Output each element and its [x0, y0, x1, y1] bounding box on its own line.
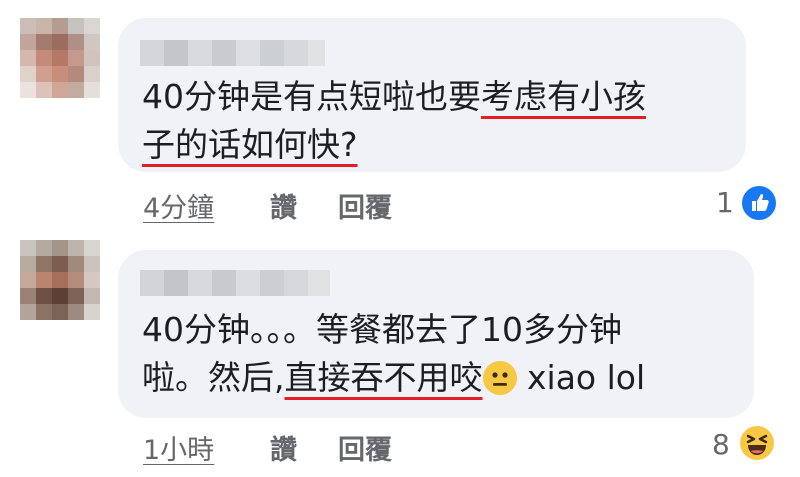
reply-button[interactable]: 回覆 — [338, 428, 392, 467]
underlined-text: 直接吞不用咬 — [284, 358, 483, 397]
comment-line-1: 40分钟。。。等餐都去了10多分钟 — [142, 310, 622, 349]
comment-bubble: 40分钟是有点短啦也要考虑有小孩 子的话如何快? — [118, 18, 746, 172]
blurred-author-name[interactable] — [140, 40, 325, 66]
like-button[interactable]: 讚 — [270, 428, 297, 467]
comment-text: 40分钟是有点短啦也要考虑有小孩 子的话如何快? — [142, 73, 646, 169]
reply-button[interactable]: 回覆 — [338, 186, 392, 225]
comment-bubble: 40分钟。。。等餐都去了10多分钟 啦。然后,直接吞不用咬 xiao lol — [118, 250, 754, 418]
blurred-author-name[interactable] — [140, 270, 330, 296]
comment-text: 40分钟。。。等餐都去了10多分钟 啦。然后,直接吞不用咬 xiao lol — [142, 306, 645, 402]
haha-laugh-icon[interactable] — [740, 426, 774, 460]
comment-line-2: 啦。然后,直接吞不用咬 xiao lol — [142, 358, 646, 397]
timestamp-link[interactable]: 1小時 — [143, 428, 214, 467]
reaction-count[interactable]: 8 — [712, 428, 730, 461]
underlined-text: 考虑有小孩 — [481, 77, 646, 116]
like-button[interactable]: 讚 — [270, 186, 297, 225]
comment-line-2: 子的话如何快? — [142, 121, 646, 169]
timestamp-link[interactable]: 4分鐘 — [143, 186, 214, 225]
comment-line-1: 40分钟是有点短啦也要考虑有小孩 — [142, 77, 646, 116]
avatar[interactable] — [20, 240, 100, 320]
like-thumb-icon[interactable] — [742, 186, 776, 220]
reaction-count[interactable]: 1 — [716, 186, 734, 219]
avatar[interactable] — [20, 18, 100, 98]
neutral-face-icon — [482, 361, 517, 395]
underlined-text: 子的话如何快? — [142, 125, 358, 164]
